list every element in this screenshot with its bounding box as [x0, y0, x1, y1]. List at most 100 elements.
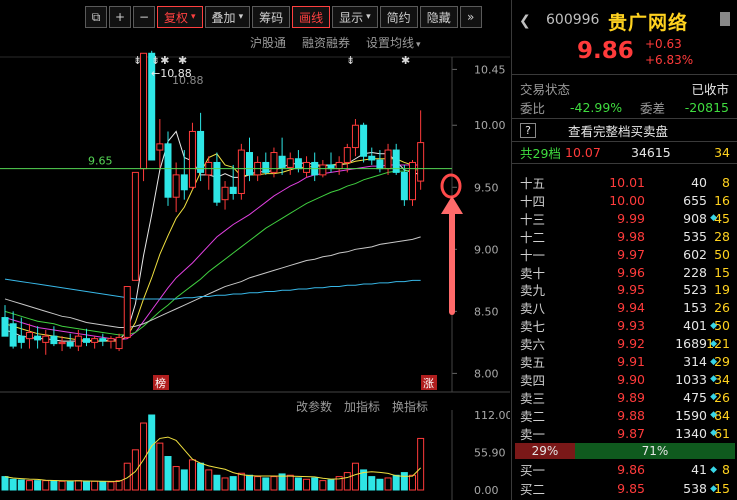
- bookmark-icon[interactable]: [720, 12, 730, 26]
- volume-bar[interactable]: [156, 442, 164, 491]
- volume-bar[interactable]: [99, 481, 107, 491]
- event-marker-icon[interactable]: ✱: [178, 54, 187, 67]
- volume-bar[interactable]: [384, 477, 392, 491]
- event-marker-icon[interactable]: ⇟: [346, 54, 355, 67]
- order-book-row[interactable]: 卖三 9.89 475 26 ◆: [512, 388, 737, 407]
- candle[interactable]: [188, 130, 196, 188]
- candle[interactable]: [25, 331, 33, 340]
- candle[interactable]: [91, 338, 99, 343]
- volume-bar[interactable]: [91, 480, 99, 491]
- order-book-row[interactable]: 十三 9.99 908 45 ◆: [512, 209, 737, 228]
- volume-bar[interactable]: [262, 477, 270, 491]
- candle[interactable]: [164, 143, 172, 198]
- volume-bar[interactable]: [303, 478, 311, 491]
- volume-bar[interactable]: [50, 480, 58, 491]
- candle[interactable]: [221, 186, 229, 201]
- candle[interactable]: [409, 161, 416, 201]
- candle[interactable]: [58, 341, 66, 345]
- volume-bar[interactable]: [66, 480, 74, 491]
- volume-bar[interactable]: [270, 476, 278, 491]
- candle[interactable]: [237, 149, 245, 194]
- order-book-row[interactable]: 十四 10.00 655 16: [512, 191, 737, 210]
- limit-up-badge[interactable]: 涨: [421, 375, 437, 390]
- volume-bar[interactable]: [351, 462, 359, 491]
- kline-chart[interactable]: 10.4510.009.509.008.508.00 9.65 10.88 ←1…: [0, 0, 510, 500]
- volume-bar[interactable]: [229, 476, 237, 491]
- volume-bar[interactable]: [237, 472, 245, 491]
- candle[interactable]: [83, 338, 90, 343]
- order-book-row[interactable]: 十五 10.01 40 8: [512, 173, 737, 192]
- candle[interactable]: [197, 130, 205, 173]
- candle[interactable]: [360, 124, 368, 157]
- candle[interactable]: [123, 286, 131, 338]
- volume-bar[interactable]: [213, 474, 221, 491]
- volume-bar[interactable]: [368, 476, 376, 491]
- switch-indicator-button[interactable]: 换指标: [392, 398, 428, 415]
- candle[interactable]: [17, 335, 25, 343]
- candle[interactable]: [34, 335, 42, 341]
- volume-bar[interactable]: [42, 480, 50, 491]
- order-book-row[interactable]: 买二 9.85 538 15 ◆: [512, 479, 737, 498]
- candle[interactable]: [376, 159, 384, 170]
- add-indicator-button[interactable]: 加指标: [344, 398, 380, 415]
- candle[interactable]: [286, 158, 294, 168]
- order-book-row[interactable]: 卖一 9.87 1340 61 ◆: [512, 424, 737, 443]
- volume-bar[interactable]: [164, 456, 172, 491]
- volume-bar[interactable]: [83, 480, 90, 491]
- order-book-row[interactable]: 卖八 9.94 153 26: [512, 298, 737, 317]
- candle[interactable]: [172, 174, 180, 198]
- order-book-row[interactable]: 十二 9.98 535 28: [512, 227, 737, 246]
- candle[interactable]: [368, 155, 376, 161]
- event-marker-icon[interactable]: ⇟✱: [151, 54, 169, 67]
- candle[interactable]: [270, 152, 278, 173]
- order-book-row[interactable]: 卖六 9.92 1689 121 ◆: [512, 334, 737, 353]
- volume-bar[interactable]: [327, 479, 335, 491]
- back-arrow-icon[interactable]: ❮: [519, 13, 531, 29]
- candle[interactable]: [229, 186, 237, 194]
- volume-bar[interactable]: [180, 469, 188, 491]
- candle[interactable]: [335, 161, 343, 170]
- volume-bar[interactable]: [286, 474, 294, 491]
- volume-bar[interactable]: [311, 477, 319, 491]
- candle[interactable]: [156, 143, 164, 151]
- order-book-row[interactable]: 十一 9.97 602 50: [512, 245, 737, 264]
- order-book-row[interactable]: 卖十 9.96 228 15: [512, 263, 737, 282]
- volume-bar[interactable]: [188, 459, 196, 491]
- order-book-row[interactable]: 卖七 9.93 401 50 ◆: [512, 316, 737, 335]
- candle[interactable]: [131, 171, 139, 281]
- volume-bar[interactable]: [319, 480, 327, 491]
- order-book-row[interactable]: 卖二 9.88 1590 84 ◆: [512, 406, 737, 425]
- help-icon[interactable]: ?: [520, 123, 536, 138]
- candle[interactable]: [294, 158, 302, 170]
- candle[interactable]: [400, 171, 408, 201]
- edit-params-button[interactable]: 改参数: [296, 398, 332, 415]
- candle[interactable]: [384, 149, 392, 170]
- list-badge[interactable]: 榜: [153, 375, 169, 390]
- candle[interactable]: [327, 164, 335, 170]
- volume-bar[interactable]: [221, 477, 229, 491]
- candle[interactable]: [278, 155, 286, 168]
- full-depth-link[interactable]: 查看完整档买卖盘: [568, 121, 668, 140]
- candle[interactable]: [303, 161, 311, 173]
- candle[interactable]: [1, 317, 9, 337]
- volume-bar[interactable]: [197, 462, 205, 491]
- candle[interactable]: [9, 323, 17, 347]
- volume-bar[interactable]: [34, 480, 42, 491]
- event-marker-icon[interactable]: ✱: [401, 54, 410, 67]
- volume-bar[interactable]: [1, 476, 9, 491]
- candle[interactable]: [50, 335, 58, 345]
- order-book-row[interactable]: 卖四 9.90 1033 34 ◆: [512, 370, 737, 389]
- volume-bar[interactable]: [254, 476, 262, 491]
- volume-bar[interactable]: [392, 474, 400, 491]
- chart-area[interactable]: ⧉ + − 复权 ▾ 叠加 ▾ 筹码 画线 显示 ▾ 简约 隐藏 » 沪股通 融资融券…: [0, 0, 510, 500]
- circle-annotation[interactable]: [440, 173, 462, 199]
- volume-bar[interactable]: [115, 480, 123, 491]
- full-depth-row[interactable]: ? 查看完整档买卖盘: [512, 121, 737, 140]
- volume-bar[interactable]: [25, 480, 33, 491]
- volume-bar[interactable]: [409, 474, 416, 491]
- volume-bar[interactable]: [376, 478, 384, 491]
- candle[interactable]: [107, 338, 115, 342]
- candle[interactable]: [351, 124, 359, 149]
- order-book-row[interactable]: 卖九 9.95 523 19: [512, 280, 737, 299]
- order-book-row[interactable]: 买一 9.86 41 8 ◆: [512, 460, 737, 479]
